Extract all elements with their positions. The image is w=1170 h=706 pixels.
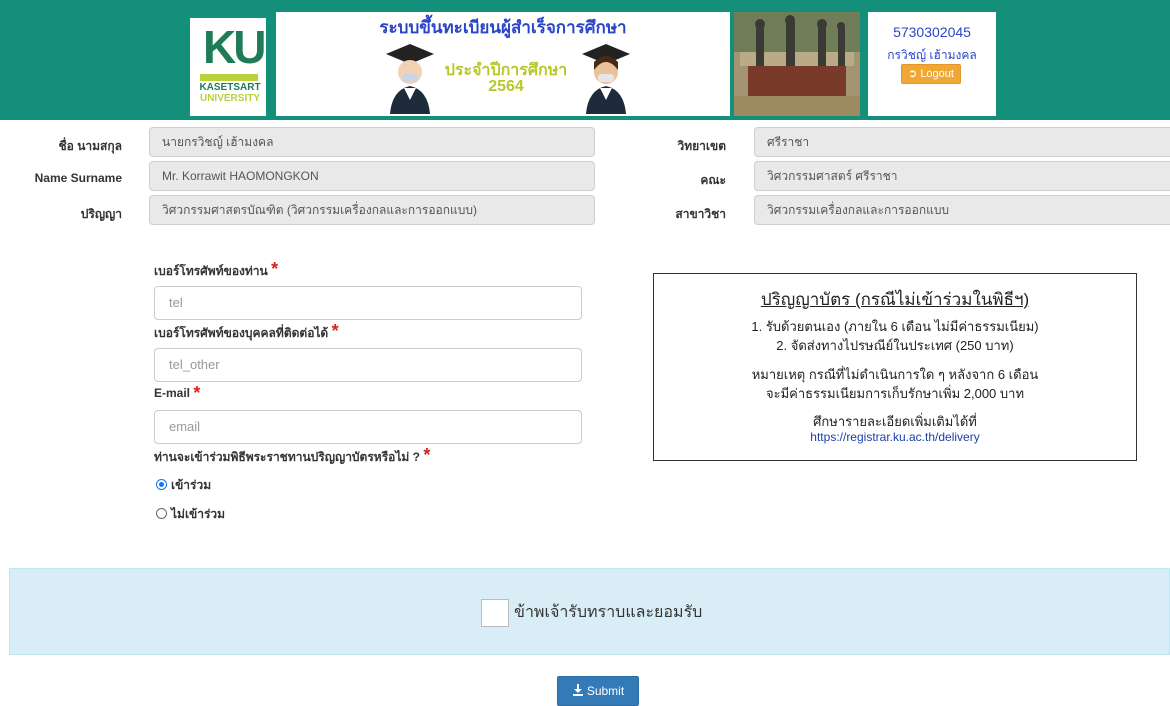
radio-attend-label: เข้าร่วม [171,478,212,492]
graduate-right-icon [582,44,630,114]
user-panel: 5730302045 กรวิชญ์ เฮ้ามงคล ➲ Logout [868,12,996,116]
required-marker: * [193,383,201,403]
email-label: E-mail * [154,383,201,403]
logo-bar [200,74,258,81]
logo-text-university: UNIVERSITY [199,93,260,104]
campus-photo [734,12,860,116]
major-field: วิศวกรรมเครื่องกลและการออกแบบ [754,195,1170,225]
faculty-field: วิศวกรรมศาสตร์ ศรีราชา [754,161,1170,191]
download-icon [572,684,583,696]
required-marker: * [271,259,279,279]
email-label-text: E-mail [154,386,191,400]
app-header: KU KASETSART UNIVERSITY ระบบขึ้นทะเบียนผ… [0,0,1170,120]
campus-field: ศรีราชา [754,127,1170,157]
radio-attend[interactable]: เข้าร่วม [156,476,211,495]
notice-note-1: หมายเหตุ กรณีที่ไม่ดำเนินการใด ๆ หลังจาก… [751,367,1039,382]
system-title: ระบบขึ้นทะเบียนผู้สำเร็จการศึกษา [379,18,627,37]
ceremony-question-text: ท่านจะเข้าร่วมพิธีพระราชทานปริญญาบัตรหรื… [154,450,420,464]
notice-title: ปริญญาบัตร (กรณีไม่เข้าร่วมในพิธีฯ) [760,290,1030,309]
radio-not-attend-icon[interactable] [156,508,167,519]
name-en-field: Mr. Korrawit HAOMONGKON [149,161,595,191]
diploma-notice: ปริญญาบัตร (กรณีไม่เข้าร่วมในพิธีฯ) 1. ร… [653,273,1137,461]
logout-label: Logout [920,68,954,80]
tel-other-input[interactable]: tel_other [154,348,582,382]
notice-line-2: 2. จัดส่งทางไปรษณีย์ในประเทศ (250 บาท) [776,338,1014,353]
submit-label: Submit [586,684,625,698]
student-name: กรวิชญ์ เฮ้ามงคล [887,48,977,62]
tel-other-label: เบอร์โทรศัพท์ของบุคคลที่ติดต่อได้ * [154,321,339,343]
student-id: 5730302045 [893,24,971,40]
name-th-label: ชื่อ นามสกุล [58,139,122,153]
major-label: สาขาวิชา [675,207,726,221]
ku-logo: KU KASETSART UNIVERSITY [190,18,266,116]
logout-button[interactable]: ➲ Logout [901,64,961,84]
logout-icon: ➲ [908,68,918,80]
delivery-link[interactable]: https://registrar.ku.ac.th/delivery [654,430,1136,444]
tel-label-text: เบอร์โทรศัพท์ของท่าน [154,264,268,278]
faculty-label: คณะ [700,173,726,187]
radio-attend-icon[interactable] [156,479,167,490]
tel-input[interactable]: tel [154,286,582,320]
radio-not-attend-label: ไม่เข้าร่วม [171,507,226,521]
radio-not-attend[interactable]: ไม่เข้าร่วม [156,505,225,524]
tel-other-label-text: เบอร์โทรศัพท์ของบุคคลที่ติดต่อได้ [154,326,329,340]
logo-mark: KU [203,21,266,73]
monument-photo-icon [734,12,860,116]
system-banner: ระบบขึ้นทะเบียนผู้สำเร็จการศึกษา ประจำปี… [276,12,730,116]
agreement-panel: ข้าพเจ้ารับทราบและยอมรับ [9,568,1170,655]
logo-text-kasetsart: KASETSART [199,82,261,93]
email-input[interactable]: email [154,410,582,444]
campus-label: วิทยาเขต [677,139,726,153]
tel-label: เบอร์โทรศัพท์ของท่าน * [154,259,279,281]
notice-more: ศึกษารายละเอียดเพิ่มเติมได้ที่ [813,414,977,429]
agreement-label: ข้าพเจ้ารับทราบและยอมรับ [514,604,703,621]
notice-note-2: จะมีค่าธรรมเนียมการเก็บรักษาเพิ่ม 2,000 … [765,386,1025,401]
agreement-checkbox[interactable] [481,599,509,627]
notice-line-1: 1. รับด้วยตนเอง (ภายใน 6 เดือน ไม่มีค่าธ… [751,319,1039,334]
ceremony-question: ท่านจะเข้าร่วมพิธีพระราชทานปริญญาบัตรหรื… [154,445,431,467]
name-en-label: Name Surname [34,171,122,185]
required-marker: * [423,445,431,465]
required-marker: * [331,321,339,341]
academic-year: 2564 [488,78,524,95]
degree-field: วิศวกรรมศาสตรบัณฑิต (วิศวกรรมเครื่องกลแล… [149,195,595,225]
name-th-field: นายกรวิชญ์ เฮ้ามงคล [149,127,595,157]
degree-label: ปริญญา [80,207,122,221]
